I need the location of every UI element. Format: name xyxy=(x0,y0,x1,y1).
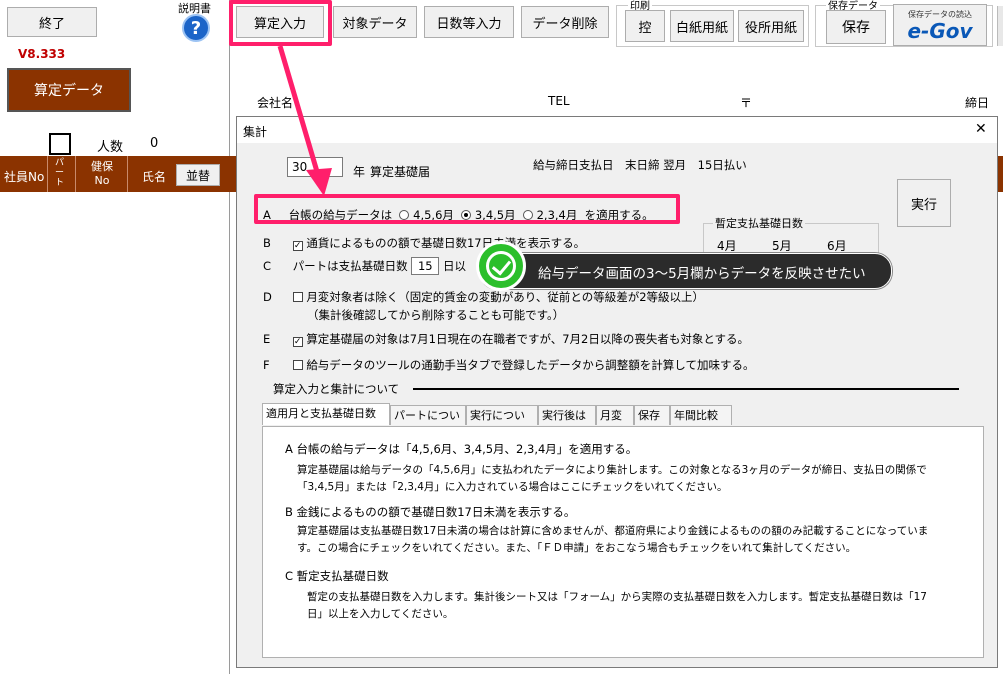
arrow-shaft xyxy=(277,45,321,176)
callout-check-mark xyxy=(491,255,512,276)
callout-text: 給与データ画面の3～5月欄からデータを反映させたい xyxy=(538,266,866,282)
arrow-head xyxy=(306,168,332,196)
annotation-arrow xyxy=(277,45,332,196)
callout-check-ring xyxy=(486,251,516,281)
callout-check-icon xyxy=(476,241,526,291)
